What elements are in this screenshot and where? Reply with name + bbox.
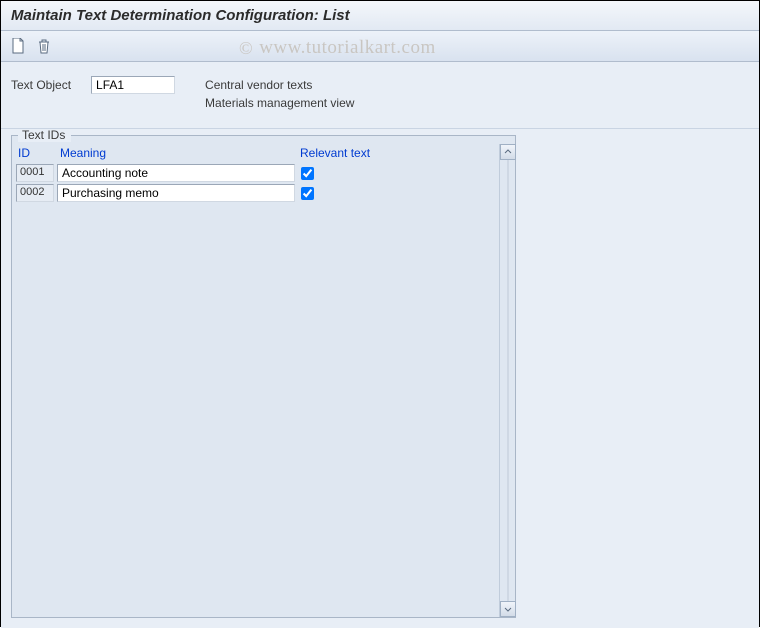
header-area: Text Object Central vendor texts Materia…	[1, 62, 759, 129]
relevant-checkbox[interactable]	[301, 187, 314, 200]
text-object-description: Central vendor texts Materials managemen…	[205, 76, 354, 110]
text-ids-group-title: Text IDs	[18, 129, 71, 142]
table-row: 0001	[16, 164, 515, 182]
delete-button[interactable]	[33, 35, 55, 57]
text-object-label: Text Object	[11, 78, 71, 92]
meaning-input[interactable]	[57, 164, 295, 182]
column-header-relevant[interactable]: Relevant text	[296, 146, 406, 160]
cell-id: 0001	[16, 164, 54, 182]
chevron-up-icon	[504, 148, 512, 156]
meaning-input[interactable]	[57, 184, 295, 202]
relevant-checkbox[interactable]	[301, 167, 314, 180]
trash-icon	[37, 38, 51, 54]
scroll-track[interactable]	[507, 160, 509, 601]
body-area: Text IDs ID Meaning Relevant text 0001 0…	[1, 129, 759, 628]
document-icon	[11, 38, 25, 54]
toolbar	[1, 31, 759, 62]
table-row: 0002	[16, 184, 515, 202]
chevron-down-icon	[504, 605, 512, 613]
text-object-row: Text Object	[11, 76, 175, 94]
column-header-id[interactable]: ID	[16, 146, 56, 160]
text-object-input[interactable]	[91, 76, 175, 94]
scroll-up-button[interactable]	[500, 144, 516, 160]
grid-header: ID Meaning Relevant text	[16, 146, 515, 160]
text-ids-grid: ID Meaning Relevant text 0001 0002	[12, 146, 515, 204]
text-ids-group: Text IDs ID Meaning Relevant text 0001 0…	[11, 135, 516, 618]
page-title: Maintain Text Determination Configuratio…	[1, 1, 759, 31]
cell-id: 0002	[16, 184, 54, 202]
create-button[interactable]	[7, 35, 29, 57]
vertical-scrollbar[interactable]	[499, 144, 515, 617]
text-object-desc-line2: Materials management view	[205, 96, 354, 110]
column-header-meaning[interactable]: Meaning	[56, 146, 296, 160]
scroll-down-button[interactable]	[500, 601, 516, 617]
text-object-desc-line1: Central vendor texts	[205, 78, 354, 92]
